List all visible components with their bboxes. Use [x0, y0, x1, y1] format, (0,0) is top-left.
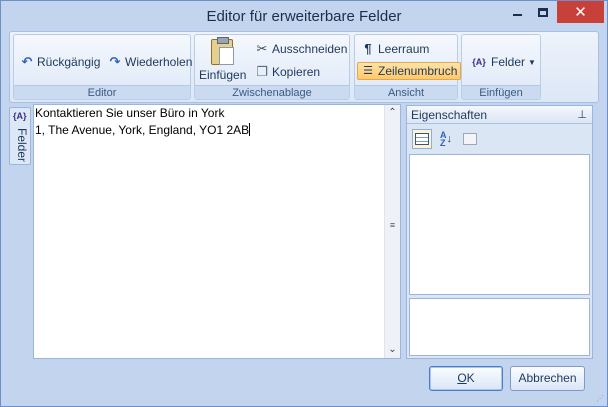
- editor-line: Kontaktieren Sie unser Büro in York: [35, 106, 225, 120]
- title-bar[interactable]: Editor für erweiterbare Felder ✕: [1, 1, 607, 31]
- whitespace-label: Leerraum: [378, 42, 430, 56]
- text-editor[interactable]: Kontaktieren Sie unser Büro in York 1, T…: [33, 104, 401, 359]
- properties-title: Eigenschaften: [411, 108, 488, 122]
- ok-button[interactable]: OK: [429, 366, 503, 391]
- ribbon-group-view: ¶ Leerraum ☰ Zeilenumbruch Ansicht: [354, 34, 462, 100]
- undo-label: Rückgängig: [37, 55, 101, 69]
- undo-arrow-icon: ↶: [21, 54, 33, 69]
- fields-dropdown-button[interactable]: {A} Felder ▼: [470, 55, 536, 69]
- fields-side-label: Felder: [15, 128, 29, 163]
- properties-header: Eigenschaften ⊥: [407, 106, 592, 124]
- maximize-icon: [538, 7, 548, 17]
- categorized-button[interactable]: [412, 129, 432, 149]
- redo-button[interactable]: ↷ Wiederholen: [108, 54, 193, 70]
- group-label-clipboard: Zwischenablage: [195, 85, 349, 99]
- text-caret: [249, 123, 251, 136]
- minimize-button[interactable]: [504, 1, 530, 23]
- paste-button[interactable]: Einfügen: [199, 37, 247, 83]
- properties-description: [409, 298, 590, 356]
- redo-label: Wiederholen: [125, 55, 193, 69]
- fields-label: Felder: [491, 55, 526, 69]
- properties-panel: Eigenschaften ⊥ A Z ↓: [406, 105, 593, 359]
- pilcrow-icon: ¶: [364, 41, 372, 56]
- field-braces-icon: {A}: [472, 57, 486, 67]
- group-label-editor: Editor: [14, 85, 190, 99]
- editor-scrollbar[interactable]: ⌃ ≡ ⌄: [384, 105, 400, 358]
- ribbon: ↶ Rückgängig ↷ Wiederholen Editor Einfüg…: [9, 31, 599, 103]
- group-label-view: Ansicht: [355, 85, 457, 99]
- dialog-window: Editor für erweiterbare Felder ✕ ↶ Rückg…: [0, 0, 608, 407]
- wordwrap-button[interactable]: ☰ Zeilenumbruch: [357, 62, 462, 80]
- chevron-down-icon: ▼: [528, 57, 536, 67]
- minimize-icon: [512, 14, 522, 16]
- pin-icon[interactable]: ⊥: [577, 106, 587, 124]
- properties-toolbar: A Z ↓: [409, 128, 590, 150]
- wordwrap-label: Zeilenumbruch: [378, 64, 458, 78]
- undo-button[interactable]: ↶ Rückgängig: [20, 54, 101, 70]
- close-icon: ✕: [574, 3, 587, 21]
- close-button[interactable]: ✕: [557, 1, 604, 23]
- ribbon-group-editor: ↶ Rückgängig ↷ Wiederholen Editor: [13, 34, 193, 100]
- ribbon-group-insert: {A} Felder ▼ Einfügen: [461, 34, 541, 100]
- copy-label: Kopieren: [272, 65, 321, 79]
- clipboard-icon: [211, 37, 234, 65]
- resize-grip-icon[interactable]: ⋰: [596, 394, 604, 403]
- cut-label: Ausschneiden: [272, 42, 348, 56]
- field-braces-icon: {A}: [13, 111, 27, 121]
- scroll-thumb[interactable]: ≡: [387, 218, 398, 232]
- whitespace-button[interactable]: ¶ Leerraum: [361, 41, 430, 57]
- property-pages-icon: [463, 133, 477, 145]
- scissors-icon: ✂: [256, 41, 268, 56]
- alphabetical-button[interactable]: A Z ↓: [436, 129, 456, 149]
- group-label-insert: Einfügen: [462, 85, 540, 99]
- editor-line: 1, The Avenue, York, England, YO1 2AB: [35, 123, 251, 137]
- scroll-down-arrow-icon[interactable]: ⌄: [385, 342, 400, 358]
- categorized-icon: [415, 133, 429, 145]
- copy-button[interactable]: ❐ Kopieren: [255, 64, 321, 80]
- property-pages-button[interactable]: [460, 129, 480, 149]
- redo-arrow-icon: ↷: [109, 54, 121, 69]
- copy-icon: ❐: [256, 64, 268, 79]
- paste-label: Einfügen: [199, 68, 247, 82]
- properties-grid[interactable]: [409, 154, 590, 295]
- scroll-up-arrow-icon[interactable]: ⌃: [385, 105, 400, 121]
- ribbon-group-clipboard: Einfügen ✂ Ausschneiden ❐ Kopieren Zwisc…: [194, 34, 350, 100]
- fields-side-tab[interactable]: {A} Felder: [9, 107, 31, 165]
- editor-content[interactable]: Kontaktieren Sie unser Büro in York 1, T…: [35, 105, 251, 139]
- word-wrap-icon: ☰: [363, 65, 373, 77]
- cancel-button[interactable]: Abbrechen: [510, 366, 585, 391]
- cut-button[interactable]: ✂ Ausschneiden: [255, 41, 348, 57]
- maximize-button[interactable]: [530, 1, 556, 23]
